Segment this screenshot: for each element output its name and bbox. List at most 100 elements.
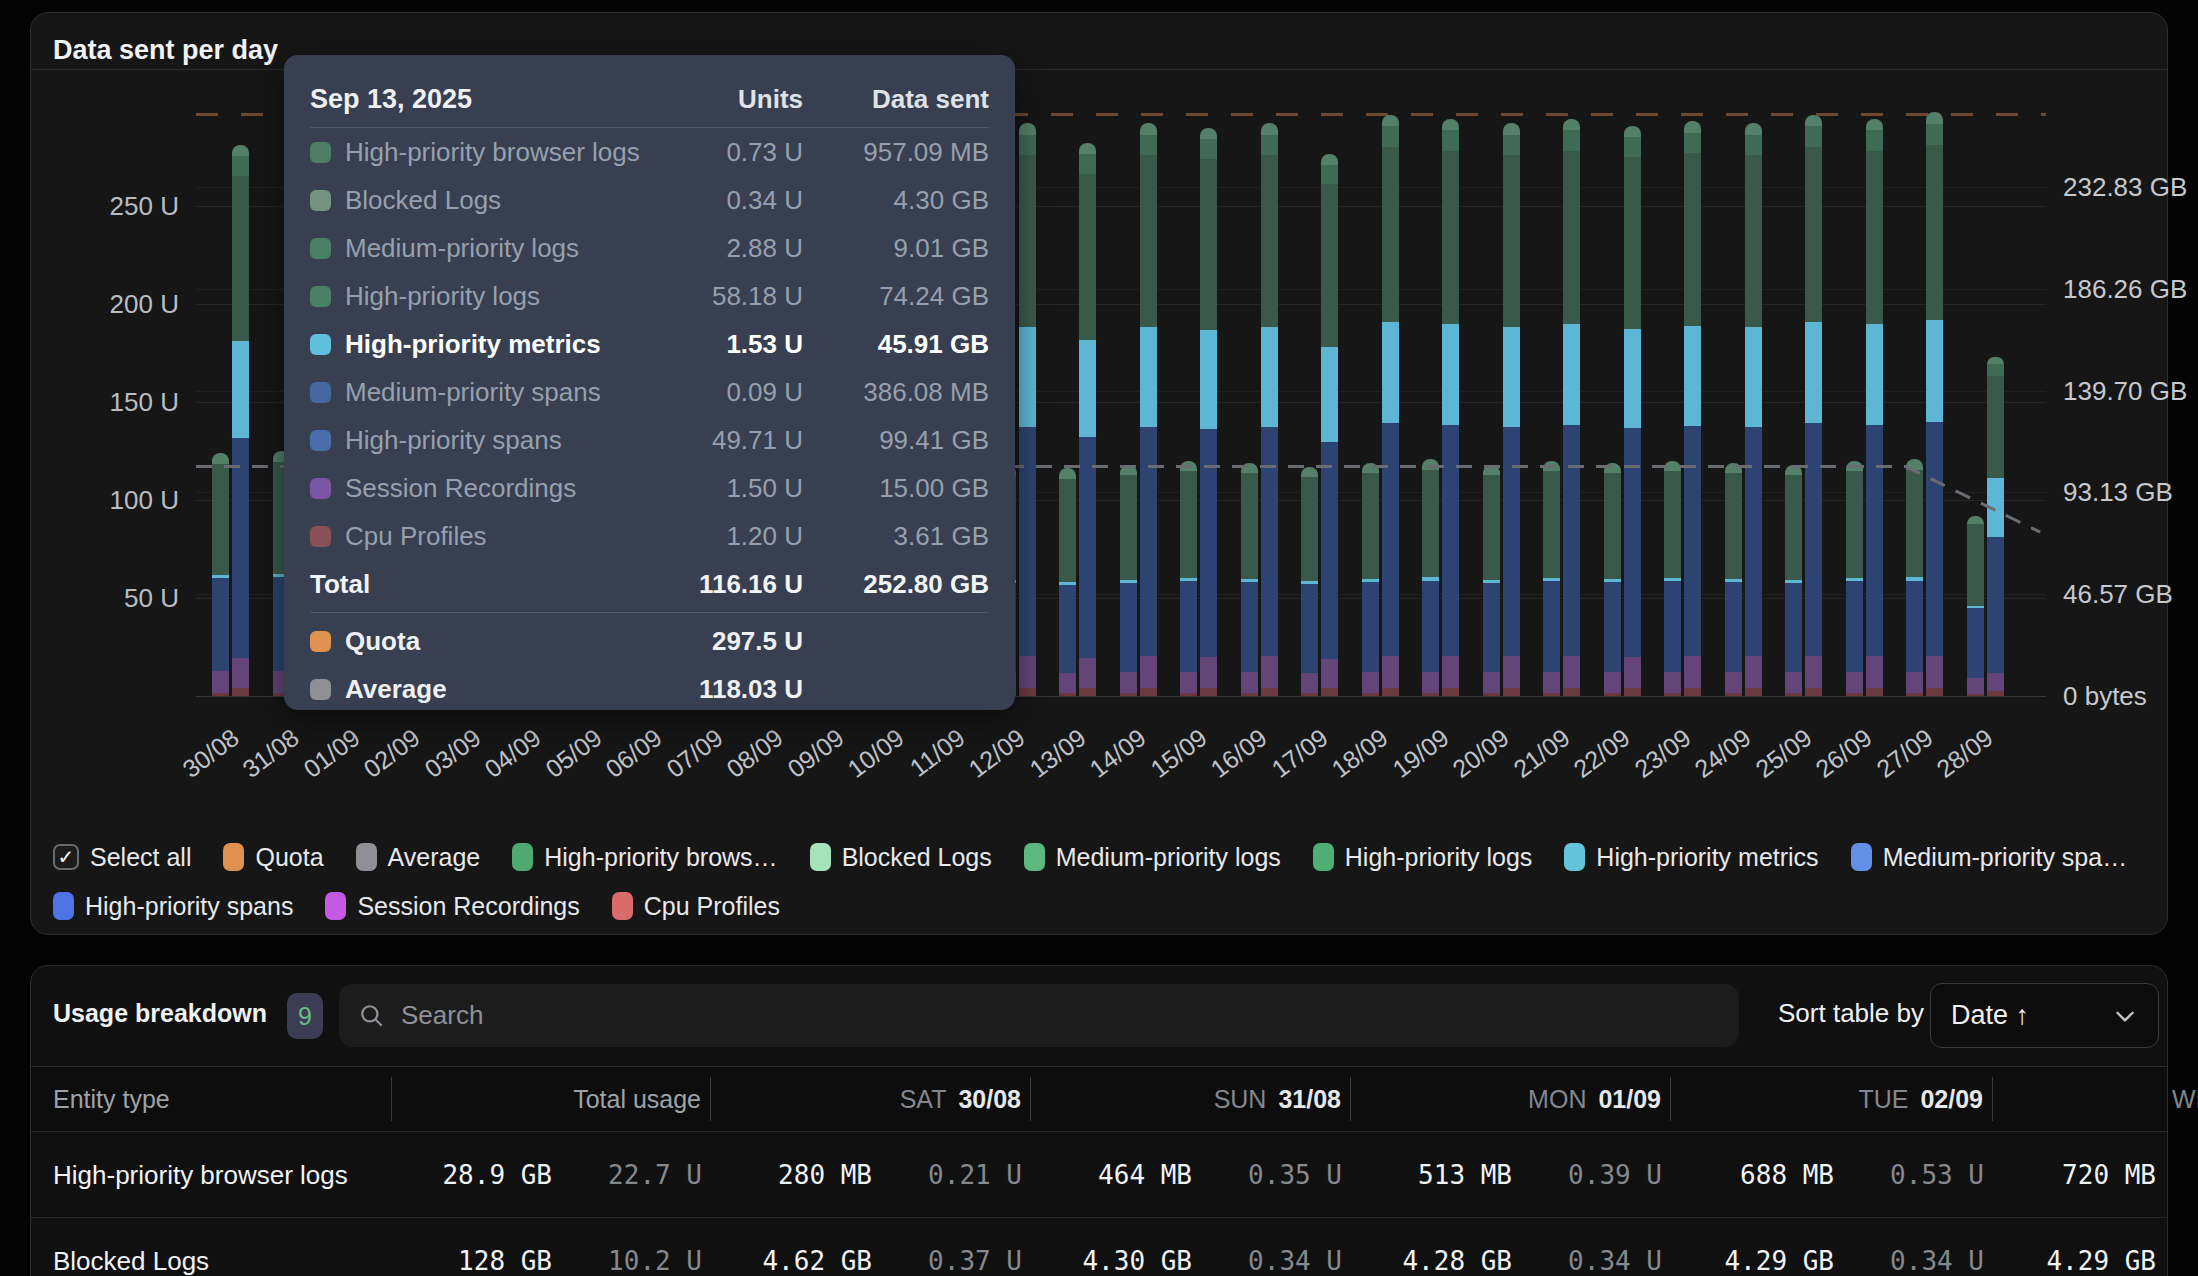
chart-legend: ✓ Select all Quota Average High-priority b… bbox=[53, 842, 2163, 921]
tooltip-row: High-priority browser logs0.73 U957.09 M… bbox=[310, 128, 989, 176]
legend-select-all[interactable]: ✓ Select all bbox=[53, 842, 191, 872]
bar-data-sent-22/09[interactable] bbox=[1624, 125, 1641, 696]
bar-segment bbox=[1483, 693, 1500, 696]
bar-data-sent-21/09[interactable] bbox=[1563, 119, 1580, 696]
bar-segment bbox=[1684, 656, 1701, 688]
bar-segment bbox=[1926, 145, 1943, 320]
search-input[interactable] bbox=[401, 1000, 1601, 1031]
bar-segment bbox=[1624, 428, 1641, 656]
bar-segment bbox=[1079, 688, 1096, 696]
legend-item[interactable]: Average bbox=[356, 842, 481, 872]
bar-units-26/09[interactable] bbox=[1846, 461, 1863, 696]
legend-item[interactable]: High-priority spans bbox=[53, 891, 293, 921]
bar-segment bbox=[1624, 157, 1641, 328]
legend-item[interactable]: Cpu Profiles bbox=[612, 891, 780, 921]
bar-segment bbox=[1442, 688, 1459, 696]
y-axis-label-left: 100 U bbox=[89, 485, 179, 516]
bar-segment bbox=[1926, 320, 1943, 422]
tooltip-quota-label: Quota bbox=[345, 626, 653, 657]
bar-segment bbox=[1200, 139, 1217, 159]
bar-segment bbox=[1140, 427, 1157, 656]
bar-segment bbox=[1241, 473, 1258, 579]
legend-swatch bbox=[223, 843, 244, 871]
cell-units-value: 0.34 U bbox=[1568, 1246, 1662, 1276]
bar-units-19/09[interactable] bbox=[1422, 459, 1439, 696]
column-header-date: WED03/09 bbox=[2172, 1085, 2198, 1114]
bar-data-sent-28/09[interactable] bbox=[1987, 357, 2004, 696]
bar-units-16/09[interactable] bbox=[1241, 463, 1258, 696]
column-day-abbrev: SAT bbox=[900, 1085, 947, 1113]
bar-segment bbox=[1321, 154, 1338, 165]
bar-segment bbox=[1382, 322, 1399, 424]
column-separator bbox=[1992, 1077, 1993, 1121]
tooltip-series-name: Blocked Logs bbox=[345, 185, 653, 216]
bar-data-sent-12/09[interactable] bbox=[1019, 123, 1036, 696]
bar-data-sent-23/09[interactable] bbox=[1684, 121, 1701, 696]
bar-units-24/09[interactable] bbox=[1725, 463, 1742, 696]
legend-label: High-priority spans bbox=[85, 892, 293, 921]
legend-item[interactable]: Blocked Logs bbox=[810, 842, 992, 872]
bar-segment bbox=[1261, 688, 1278, 696]
cell-units-value: 22.7 U bbox=[608, 1160, 702, 1190]
bar-units-23/09[interactable] bbox=[1664, 461, 1681, 696]
bar-data-sent-13/09[interactable] bbox=[1079, 143, 1096, 696]
bar-data-sent-19/09[interactable] bbox=[1442, 119, 1459, 696]
legend-item[interactable]: Session Recordings bbox=[325, 891, 579, 921]
column-day-abbrev: SUN bbox=[1214, 1085, 1267, 1113]
bar-data-sent-14/09[interactable] bbox=[1140, 123, 1157, 696]
table-row[interactable]: High-priority browser logs28.9 GB22.7 U2… bbox=[31, 1132, 2167, 1218]
bar-segment bbox=[1180, 693, 1197, 696]
series-swatch-icon bbox=[310, 334, 331, 355]
legend-item[interactable]: Medium-priority spa… bbox=[1851, 842, 2128, 872]
bar-units-13/09[interactable] bbox=[1059, 468, 1076, 696]
bar-segment bbox=[212, 578, 229, 672]
cell-data-value: 464 MB bbox=[1098, 1160, 1192, 1190]
series-swatch-icon bbox=[310, 238, 331, 259]
column-date: 01/09 bbox=[1598, 1085, 1661, 1113]
bar-segment bbox=[1684, 153, 1701, 325]
column-date: 30/08 bbox=[958, 1085, 1021, 1113]
bar-data-sent-18/09[interactable] bbox=[1382, 115, 1399, 696]
bar-data-sent-17/09[interactable] bbox=[1321, 154, 1338, 696]
select-all-checkbox[interactable]: ✓ bbox=[53, 844, 79, 870]
bar-units-17/09[interactable] bbox=[1301, 467, 1318, 696]
bar-segment bbox=[1846, 693, 1863, 696]
legend-swatch bbox=[810, 843, 831, 871]
bar-units-21/09[interactable] bbox=[1543, 461, 1560, 696]
legend-item[interactable]: High-priority brows… bbox=[512, 842, 777, 872]
search-box[interactable] bbox=[339, 984, 1739, 1047]
bar-data-sent-15/09[interactable] bbox=[1200, 128, 1217, 696]
bar-data-sent-26/09[interactable] bbox=[1866, 119, 1883, 696]
bar-units-30/08[interactable] bbox=[212, 453, 229, 696]
bar-segment bbox=[1321, 688, 1338, 696]
cell-units-value: 0.34 U bbox=[1248, 1246, 1342, 1276]
bar-data-sent-16/09[interactable] bbox=[1261, 123, 1278, 696]
bar-data-sent-24/09[interactable] bbox=[1745, 123, 1762, 696]
bar-units-22/09[interactable] bbox=[1604, 463, 1621, 696]
legend-item[interactable]: Medium-priority logs bbox=[1024, 842, 1281, 872]
bar-units-18/09[interactable] bbox=[1362, 463, 1379, 696]
bar-units-14/09[interactable] bbox=[1120, 465, 1137, 696]
bar-segment bbox=[1624, 688, 1641, 696]
bar-segment bbox=[1563, 119, 1580, 131]
bar-units-28/09[interactable] bbox=[1967, 516, 1984, 696]
bar-data-sent-25/09[interactable] bbox=[1805, 115, 1822, 696]
cell-units-value: 0.34 U bbox=[1890, 1246, 1984, 1276]
sort-dropdown[interactable]: Date ↑ bbox=[1930, 983, 2159, 1048]
bar-segment bbox=[1120, 693, 1137, 696]
bar-data-sent-27/09[interactable] bbox=[1926, 112, 1943, 696]
legend-item[interactable]: Quota bbox=[223, 842, 323, 872]
column-separator bbox=[1030, 1077, 1031, 1121]
bar-units-25/09[interactable] bbox=[1785, 465, 1802, 696]
table-row[interactable]: Blocked Logs128 GB10.2 U4.62 GB0.37 U4.3… bbox=[31, 1218, 2167, 1276]
bar-units-20/09[interactable] bbox=[1483, 465, 1500, 696]
bar-segment bbox=[232, 688, 249, 696]
cell-data-value: 4.62 GB bbox=[762, 1246, 872, 1276]
bar-units-27/09[interactable] bbox=[1906, 459, 1923, 696]
table-column-headers: Entity typeTotal usageSAT30/08SUN31/08MO… bbox=[31, 1067, 2167, 1131]
legend-item[interactable]: High-priority metrics bbox=[1564, 842, 1818, 872]
bar-units-15/09[interactable] bbox=[1180, 461, 1197, 696]
legend-item[interactable]: High-priority logs bbox=[1313, 842, 1533, 872]
bar-data-sent-20/09[interactable] bbox=[1503, 123, 1520, 696]
bar-data-sent-30/08[interactable] bbox=[232, 145, 249, 696]
